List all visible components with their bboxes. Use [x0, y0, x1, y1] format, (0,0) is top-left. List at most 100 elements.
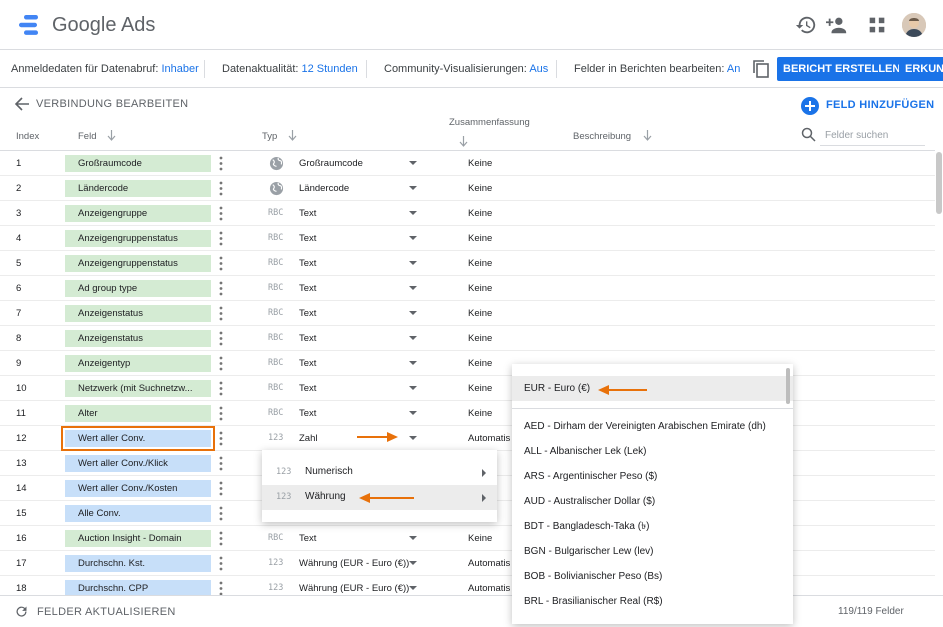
dropdown-caret-icon[interactable] [409, 536, 417, 540]
currency-option[interactable]: BGN - Bulgarischer Lew (lev) [512, 539, 793, 564]
more-vert-icon[interactable] [219, 256, 223, 271]
more-vert-icon[interactable] [219, 331, 223, 346]
currency-option[interactable]: BOB - Bolivianischer Peso (Bs) [512, 564, 793, 589]
field-name-chip[interactable]: Wert aller Conv./Kosten [65, 480, 211, 497]
explore-button[interactable]: ERKUND [899, 57, 943, 81]
more-vert-icon[interactable] [219, 506, 223, 521]
copy-icon[interactable] [752, 59, 770, 79]
field-name-chip[interactable]: Anzeigengruppe [65, 205, 211, 222]
credentials-link[interactable]: Inhaber [161, 63, 198, 75]
field-type-select[interactable]: Text [299, 258, 316, 269]
create-report-button[interactable]: BERICHT ERSTELLEN [777, 57, 907, 81]
field-type-select[interactable]: Text [299, 233, 316, 244]
freshness-link[interactable]: 12 Stunden [302, 63, 358, 75]
field-name-chip[interactable]: Alter [65, 405, 211, 422]
more-vert-icon[interactable] [219, 206, 223, 221]
field-type-select[interactable]: Text [299, 208, 316, 219]
more-vert-icon[interactable] [219, 181, 223, 196]
field-name-chip[interactable]: Ad group type [65, 280, 211, 297]
more-vert-icon[interactable] [219, 231, 223, 246]
field-type-select[interactable]: Text [299, 283, 316, 294]
more-vert-icon[interactable] [219, 406, 223, 421]
column-header-field[interactable]: Feld [78, 131, 96, 142]
field-type-select[interactable]: Text [299, 333, 316, 344]
community-link[interactable]: Aus [529, 63, 548, 75]
more-vert-icon[interactable] [219, 456, 223, 471]
field-type-select[interactable]: Währung (EUR - Euro (€)) [299, 558, 409, 569]
field-name-chip[interactable]: Ländercode [65, 180, 211, 197]
field-name-chip[interactable]: Großraumcode [65, 155, 211, 172]
field-type-select[interactable]: Text [299, 408, 316, 419]
aggregation-value[interactable]: Automatis [468, 583, 510, 594]
dropdown-caret-icon[interactable] [409, 586, 417, 590]
column-header-aggregation[interactable]: Zusammenfassung [449, 117, 530, 128]
field-type-select[interactable]: Text [299, 358, 316, 369]
type-option-numeric[interactable]: 123 Numerisch [262, 460, 497, 485]
currency-option[interactable]: BDT - Bangladesch-Taka (৳) [512, 514, 793, 539]
field-name-chip[interactable]: Anzeigentyp [65, 355, 211, 372]
dropdown-caret-icon[interactable] [409, 336, 417, 340]
search-input[interactable]: Felder suchen [825, 130, 888, 141]
currency-option[interactable]: ARS - Argentinischer Peso ($) [512, 464, 793, 489]
dropdown-caret-icon[interactable] [409, 386, 417, 390]
sort-arrow-icon[interactable] [643, 130, 652, 141]
field-name-chip[interactable]: Wert aller Conv. [61, 426, 215, 451]
field-name-chip[interactable]: Anzeigenstatus [65, 305, 211, 322]
dropdown-caret-icon[interactable] [409, 161, 417, 165]
aggregation-value[interactable]: Automatis [468, 558, 510, 569]
sort-arrow-icon[interactable] [459, 136, 468, 147]
refresh-fields-button[interactable]: FELDER AKTUALISIEREN [37, 606, 176, 618]
user-avatar[interactable] [902, 13, 926, 37]
more-vert-icon[interactable] [219, 431, 223, 446]
aggregation-value[interactable]: Keine [468, 383, 492, 394]
refresh-icon[interactable] [14, 604, 29, 619]
aggregation-value[interactable]: Keine [468, 308, 492, 319]
more-vert-icon[interactable] [219, 381, 223, 396]
aggregation-value[interactable]: Keine [468, 183, 492, 194]
dropdown-caret-icon[interactable] [409, 261, 417, 265]
add-person-icon[interactable] [826, 14, 848, 36]
aggregation-value[interactable]: Keine [468, 258, 492, 269]
field-name-chip[interactable]: Alle Conv. [65, 505, 211, 522]
dropdown-caret-icon[interactable] [409, 436, 417, 440]
dropdown-caret-icon[interactable] [409, 286, 417, 290]
field-type-select[interactable]: Großraumcode [299, 158, 363, 169]
currency-option[interactable]: AED - Dirham der Vereinigten Arabischen … [512, 414, 793, 439]
more-vert-icon[interactable] [219, 581, 223, 596]
field-type-select[interactable]: Text [299, 383, 316, 394]
field-name-chip[interactable]: Auction Insight - Domain [65, 530, 211, 547]
currency-option-selected[interactable]: EUR - Euro (€) [512, 376, 793, 401]
dropdown-caret-icon[interactable] [409, 186, 417, 190]
add-field-button[interactable]: FELD HINZUFÜGEN [826, 99, 934, 111]
field-name-chip[interactable]: Anzeigengruppenstatus [65, 255, 211, 272]
more-vert-icon[interactable] [219, 556, 223, 571]
currency-option[interactable]: AUD - Australischer Dollar ($) [512, 489, 793, 514]
field-type-select[interactable]: Text [299, 533, 316, 544]
currency-option[interactable]: BRL - Brasilianischer Real (R$) [512, 589, 793, 614]
aggregation-value[interactable]: Keine [468, 233, 492, 244]
field-type-select[interactable]: Ländercode [299, 183, 349, 194]
column-header-description[interactable]: Beschreibung [573, 131, 631, 142]
dropdown-caret-icon[interactable] [409, 411, 417, 415]
menu-scrollbar[interactable] [786, 368, 790, 404]
field-name-chip[interactable]: Durchschn. Kst. [65, 555, 211, 572]
field-name-chip[interactable]: Wert aller Conv./Klick [65, 455, 211, 472]
aggregation-value[interactable]: Keine [468, 158, 492, 169]
edit-fields-link[interactable]: An [727, 63, 740, 75]
currency-option[interactable]: ALL - Albanischer Lek (Lek) [512, 439, 793, 464]
field-name-chip[interactable]: Anzeigenstatus [65, 330, 211, 347]
dropdown-caret-icon[interactable] [409, 211, 417, 215]
dropdown-caret-icon[interactable] [409, 311, 417, 315]
more-vert-icon[interactable] [219, 156, 223, 171]
history-icon[interactable] [795, 14, 817, 36]
more-vert-icon[interactable] [219, 306, 223, 321]
aggregation-value[interactable]: Keine [468, 408, 492, 419]
aggregation-value[interactable]: Keine [468, 208, 492, 219]
aggregation-value[interactable]: Keine [468, 533, 492, 544]
dropdown-caret-icon[interactable] [409, 236, 417, 240]
field-name-chip[interactable]: Anzeigengruppenstatus [65, 230, 211, 247]
field-type-select[interactable]: Text [299, 308, 316, 319]
column-header-type[interactable]: Typ [262, 131, 277, 142]
field-name-chip[interactable]: Netzwerk (mit Suchnetzw... [65, 380, 211, 397]
dropdown-caret-icon[interactable] [409, 561, 417, 565]
